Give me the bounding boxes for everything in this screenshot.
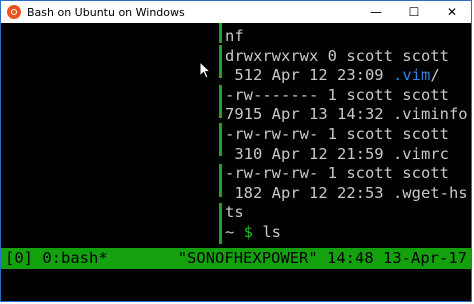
terminal-window: Bash on Ubuntu on Windows — ☐ ✕ nf drwxrw… <box>0 0 472 302</box>
terminal-text: 7915 Apr 13 14:32 .viminfo <box>225 105 468 124</box>
terminal-text: -rw-rw-rw- 1 scott scott <box>225 124 449 143</box>
terminal-text: ts <box>225 203 244 222</box>
left-pane[interactable] <box>1 23 219 244</box>
terminal-text: 512 Apr 12 23:09 <box>225 66 393 85</box>
terminal-text: 310 Apr 12 21:59 .vimrc <box>225 144 449 163</box>
terminal-text: nf <box>225 27 244 45</box>
terminal-text: drwxrwxrwx 0 scott scott <box>225 46 449 65</box>
status-window-list[interactable]: [0] 0:bash* <box>1 248 108 269</box>
pane-divider[interactable] <box>219 23 222 244</box>
close-button[interactable]: ✕ <box>433 1 471 23</box>
terminal-line: ts <box>225 203 471 223</box>
terminal-line: 512 Apr 12 23:09 .vim/ <box>225 66 471 86</box>
terminal-line: 310 Apr 12 21:59 .vimrc <box>225 145 471 165</box>
maximize-button[interactable]: ☐ <box>395 1 433 23</box>
terminal-line: -rw------- 1 scott scott <box>225 86 471 106</box>
terminal-line: 7915 Apr 13 14:32 .viminfo <box>225 105 471 125</box>
right-pane[interactable]: nf drwxrwxrwx 0 scott scott 512 Apr 12 23… <box>225 27 471 243</box>
ubuntu-icon[interactable] <box>7 5 21 19</box>
terminal-line: drwxrwxrwx 0 scott scott <box>225 47 471 67</box>
title-bar[interactable]: Bash on Ubuntu on Windows — ☐ ✕ <box>1 1 471 23</box>
terminal-text: -rw-rw-rw- 1 scott scott <box>225 164 449 183</box>
tmux-status-bar: [0] 0:bash* "SONOFHEXPOWER" 14:48 13-Apr… <box>1 248 471 269</box>
terminal-text: -rw------- 1 scott scott <box>225 85 449 104</box>
terminal-area[interactable]: nf drwxrwxrwx 0 scott scott 512 Apr 12 23… <box>1 23 471 301</box>
window-controls: — ☐ ✕ <box>357 1 471 23</box>
prompt-symbol: $ <box>243 222 254 241</box>
mouse-pointer-icon <box>199 61 211 79</box>
terminal-line: ~ $ ls <box>225 223 471 243</box>
terminal-text: / <box>430 66 440 85</box>
prompt-tilde: ~ <box>225 222 244 241</box>
terminal-text: ls <box>253 222 282 241</box>
window-title: Bash on Ubuntu on Windows <box>27 5 185 19</box>
terminal-line: -rw-rw-rw- 1 scott scott <box>225 164 471 184</box>
status-host-time: "SONOFHEXPOWER" 14:48 13-Apr-17 <box>177 249 467 267</box>
minimize-button[interactable]: — <box>357 1 395 23</box>
terminal-line: nf <box>225 27 471 47</box>
directory-name: .vim <box>392 66 431 85</box>
terminal-line: -rw-rw-rw- 1 scott scott <box>225 125 471 145</box>
terminal-text: 182 Apr 12 22:53 .wget-hs <box>225 183 468 202</box>
terminal-line: 182 Apr 12 22:53 .wget-hs <box>225 184 471 204</box>
